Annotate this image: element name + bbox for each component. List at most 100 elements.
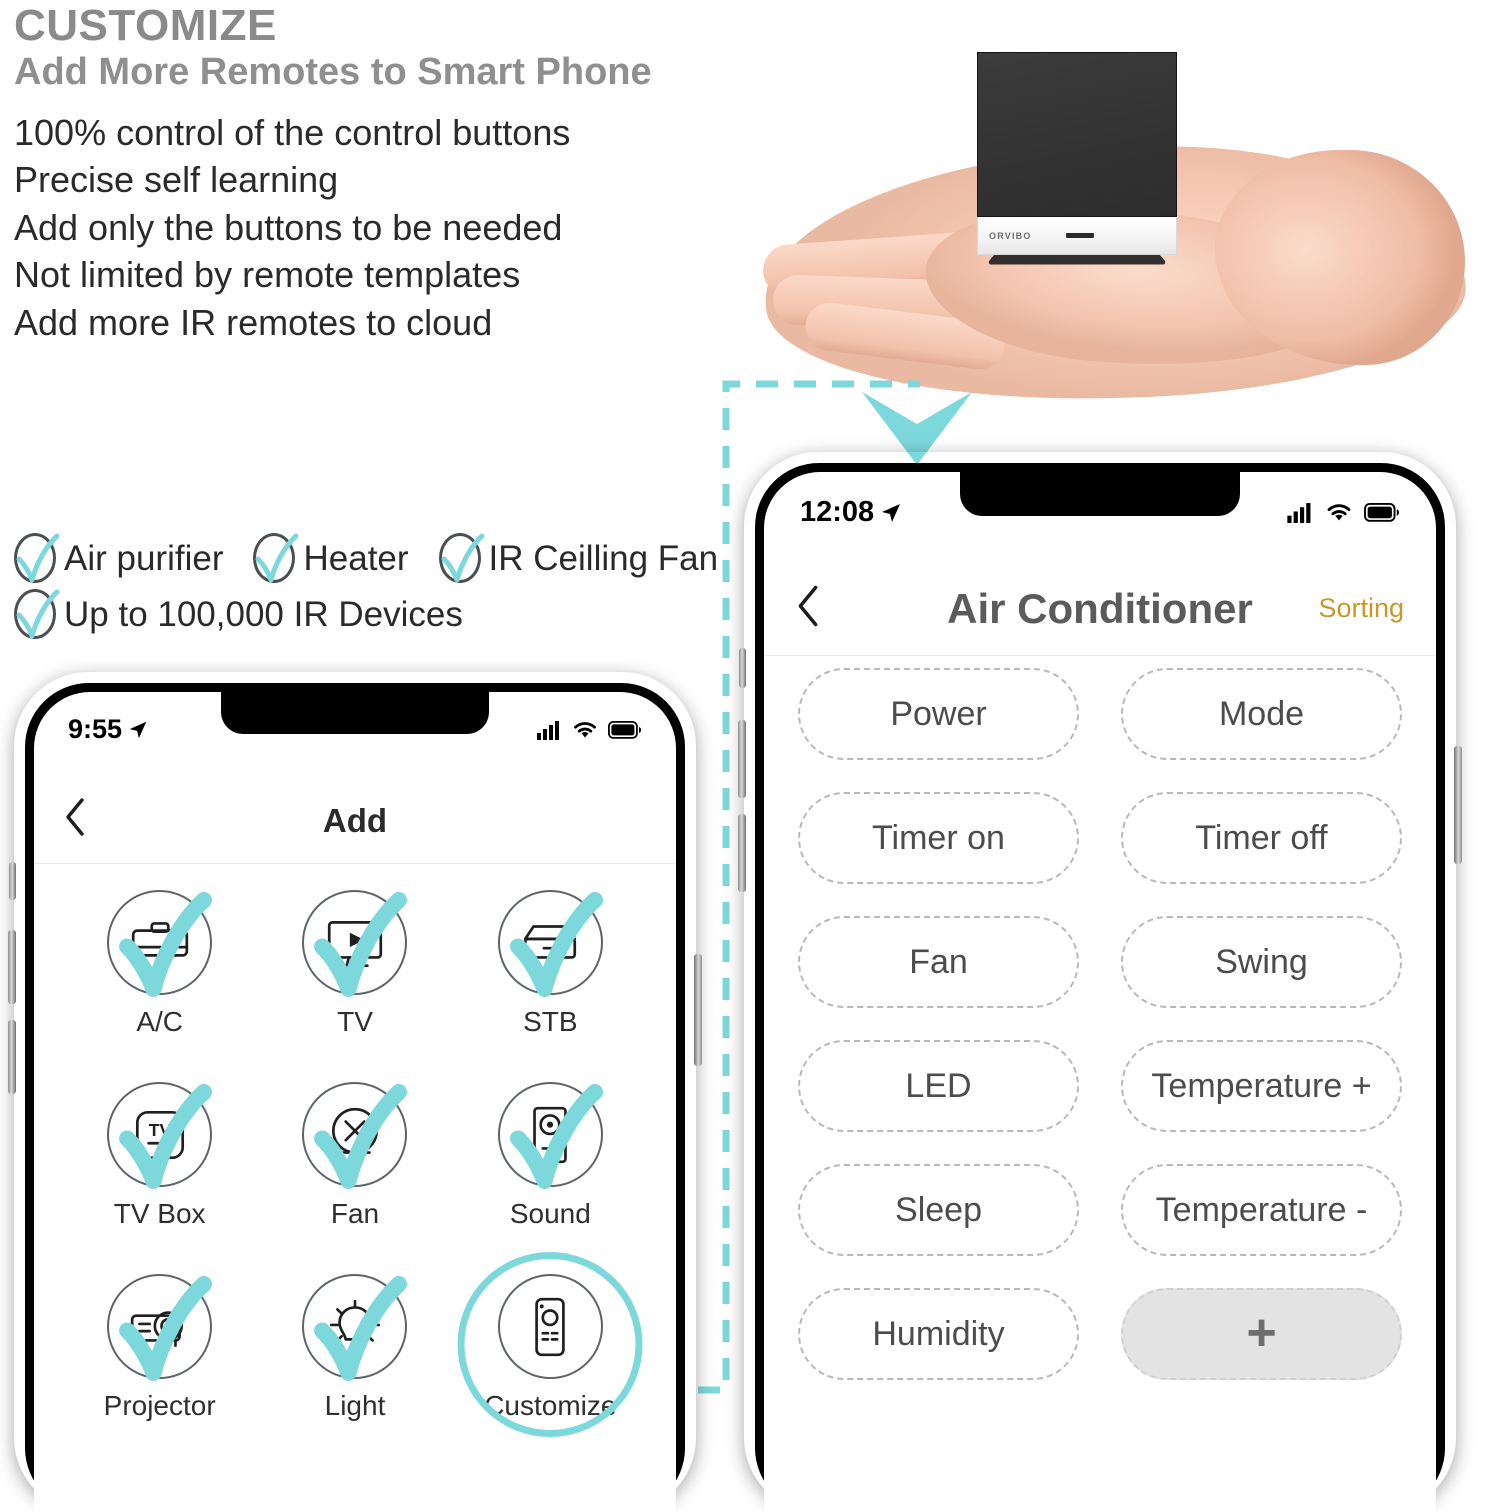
device-type-item-projector[interactable]: Projector: [62, 1274, 257, 1422]
check-ellipse-icon: [435, 532, 487, 584]
remote-button-fan[interactable]: Fan: [798, 916, 1079, 1008]
remote-button-led[interactable]: LED: [798, 1040, 1079, 1132]
remote-button-timer-on[interactable]: Timer on: [798, 792, 1079, 884]
nav-bar: Add: [34, 778, 676, 864]
sorting-button[interactable]: Sorting: [1318, 593, 1404, 624]
volume-down-button[interactable]: [738, 814, 746, 892]
checklist-item: Heater: [249, 532, 409, 584]
status-time: 9:55: [68, 714, 149, 745]
wifi-icon: [574, 721, 596, 737]
remote-button-grid: Power Mode Timer on Timer off Fan Swing LED Tem…: [764, 668, 1436, 1380]
remote-button-temperature-plus[interactable]: Temperature +: [1121, 1040, 1402, 1132]
device-type-item-fan[interactable]: Fan: [257, 1082, 452, 1230]
battery-icon: [1364, 503, 1399, 522]
mute-switch-button[interactable]: [9, 862, 16, 900]
chevron-left-icon: [798, 585, 818, 627]
check-mark-icon: [119, 1276, 213, 1381]
device-type-label: Light: [324, 1390, 386, 1421]
check-ellipse-icon: [249, 532, 301, 584]
nav-title: Add: [322, 801, 388, 839]
speaker-icon: [497, 1082, 603, 1189]
checklist-row: Air purifier Heater IR Ceilling Fan: [10, 530, 770, 586]
remote-button-timer-off[interactable]: Timer off: [1121, 792, 1402, 884]
checklist-label: Heater: [303, 538, 409, 578]
product-photo-hand-holding-ir-blaster: ORVIBO: [745, 0, 1500, 411]
device-type-item-tv-box[interactable]: TV TV Box: [62, 1082, 257, 1230]
remote-button-swing[interactable]: Swing: [1121, 916, 1402, 1008]
back-button[interactable]: [64, 797, 86, 845]
check-mark-icon: [509, 1084, 603, 1189]
air-conditioner-icon: [107, 890, 213, 997]
wifi-icon: [1327, 504, 1351, 521]
remote-button-label: Humidity: [872, 1314, 1005, 1353]
device-type-item-light[interactable]: Light: [257, 1274, 452, 1422]
check-mark-icon: [119, 892, 213, 997]
status-bar: 9:55: [34, 714, 676, 745]
checklist-item: IR Ceilling Fan: [435, 532, 719, 584]
back-button[interactable]: [796, 584, 820, 633]
remote-button-label: Swing: [1215, 942, 1308, 981]
check-mark-icon: [509, 892, 603, 997]
selection-highlight-ring: [457, 1252, 643, 1437]
volume-up-button[interactable]: [738, 720, 746, 798]
remote-button-label: Fan: [909, 942, 968, 981]
phone-screen: 12:08 Air Conditioner Sorting Power Mode…: [764, 472, 1436, 1512]
status-indicators: [1287, 501, 1400, 524]
device-type-label: Fan: [330, 1198, 380, 1229]
remote-button-label: +: [1246, 1304, 1277, 1363]
remote-button-mode[interactable]: Mode: [1121, 668, 1402, 760]
checklist-label: Air purifier: [64, 538, 224, 578]
power-button[interactable]: [694, 954, 702, 1066]
mute-switch-button[interactable]: [739, 648, 746, 688]
light-bulb-icon: [302, 1274, 408, 1381]
check-mark-icon: [314, 1084, 408, 1189]
check-ellipse-icon: [10, 588, 62, 640]
status-indicators: [537, 719, 642, 741]
checklist-item: Air purifier: [10, 532, 223, 584]
checklist: Air purifier Heater IR Ceilling Fan Up t…: [10, 530, 770, 642]
set-top-box-icon: [497, 890, 603, 997]
device-type-item-a-c[interactable]: A/C: [62, 890, 257, 1038]
volume-down-button[interactable]: [8, 1020, 16, 1094]
add-button[interactable]: +: [1121, 1288, 1402, 1380]
fan-icon: [302, 1082, 408, 1189]
volume-up-button[interactable]: [8, 930, 16, 1004]
device-type-label: A/C: [136, 1006, 183, 1037]
check-mark-icon: [119, 1084, 213, 1189]
remote-button-label: Timer off: [1195, 818, 1328, 857]
remote-button-label: Power: [890, 694, 987, 733]
device-type-item-stb[interactable]: STB: [453, 890, 648, 1038]
check-mark-icon: [255, 533, 299, 583]
brand-logo: ORVIBO: [989, 230, 1032, 241]
checklist-label: IR Ceilling Fan: [488, 538, 719, 578]
device-type-grid: A/C TV STB TV TV Box Fan Sound Projector…: [34, 890, 676, 1437]
device-base: ORVIBO: [977, 217, 1177, 255]
device-type-label: STB: [523, 1006, 578, 1037]
remote-button-label: Mode: [1218, 694, 1305, 733]
status-bar: 12:08: [764, 496, 1436, 529]
device-type-item-customize[interactable]: Customize: [453, 1252, 648, 1437]
device-type-item-tv[interactable]: TV: [257, 890, 452, 1038]
remote-button-label: Temperature -: [1155, 1190, 1368, 1229]
cellular-signal-icon: [1287, 503, 1311, 523]
remote-button-temperature-minus[interactable]: Temperature -: [1121, 1164, 1402, 1256]
device-top-face: [977, 52, 1177, 217]
cellular-signal-icon: [537, 720, 559, 740]
nav-bar: Air Conditioner Sorting: [764, 562, 1436, 656]
check-mark-icon: [314, 1276, 408, 1381]
remote-button-humidity[interactable]: Humidity: [798, 1288, 1079, 1380]
remote-button-sleep[interactable]: Sleep: [798, 1164, 1079, 1256]
phone-right-air-conditioner-remote: 12:08 Air Conditioner Sorting Power Mode…: [738, 452, 1462, 1512]
check-mark-icon: [16, 533, 60, 583]
checklist-row: Up to 100,000 IR Devices: [10, 586, 770, 642]
device-type-item-sound[interactable]: Sound: [453, 1082, 648, 1230]
remote-button-label: Timer on: [872, 818, 1005, 857]
device-type-label: Sound: [509, 1198, 591, 1229]
check-ellipse-icon: [10, 532, 62, 584]
remote-button-power[interactable]: Power: [798, 668, 1079, 760]
checklist-item: Up to 100,000 IR Devices: [10, 588, 463, 640]
remote-button-label: Temperature +: [1151, 1066, 1372, 1105]
check-mark-icon: [314, 892, 408, 997]
power-button[interactable]: [1454, 746, 1462, 864]
tv-box-icon: TV: [107, 1082, 213, 1189]
